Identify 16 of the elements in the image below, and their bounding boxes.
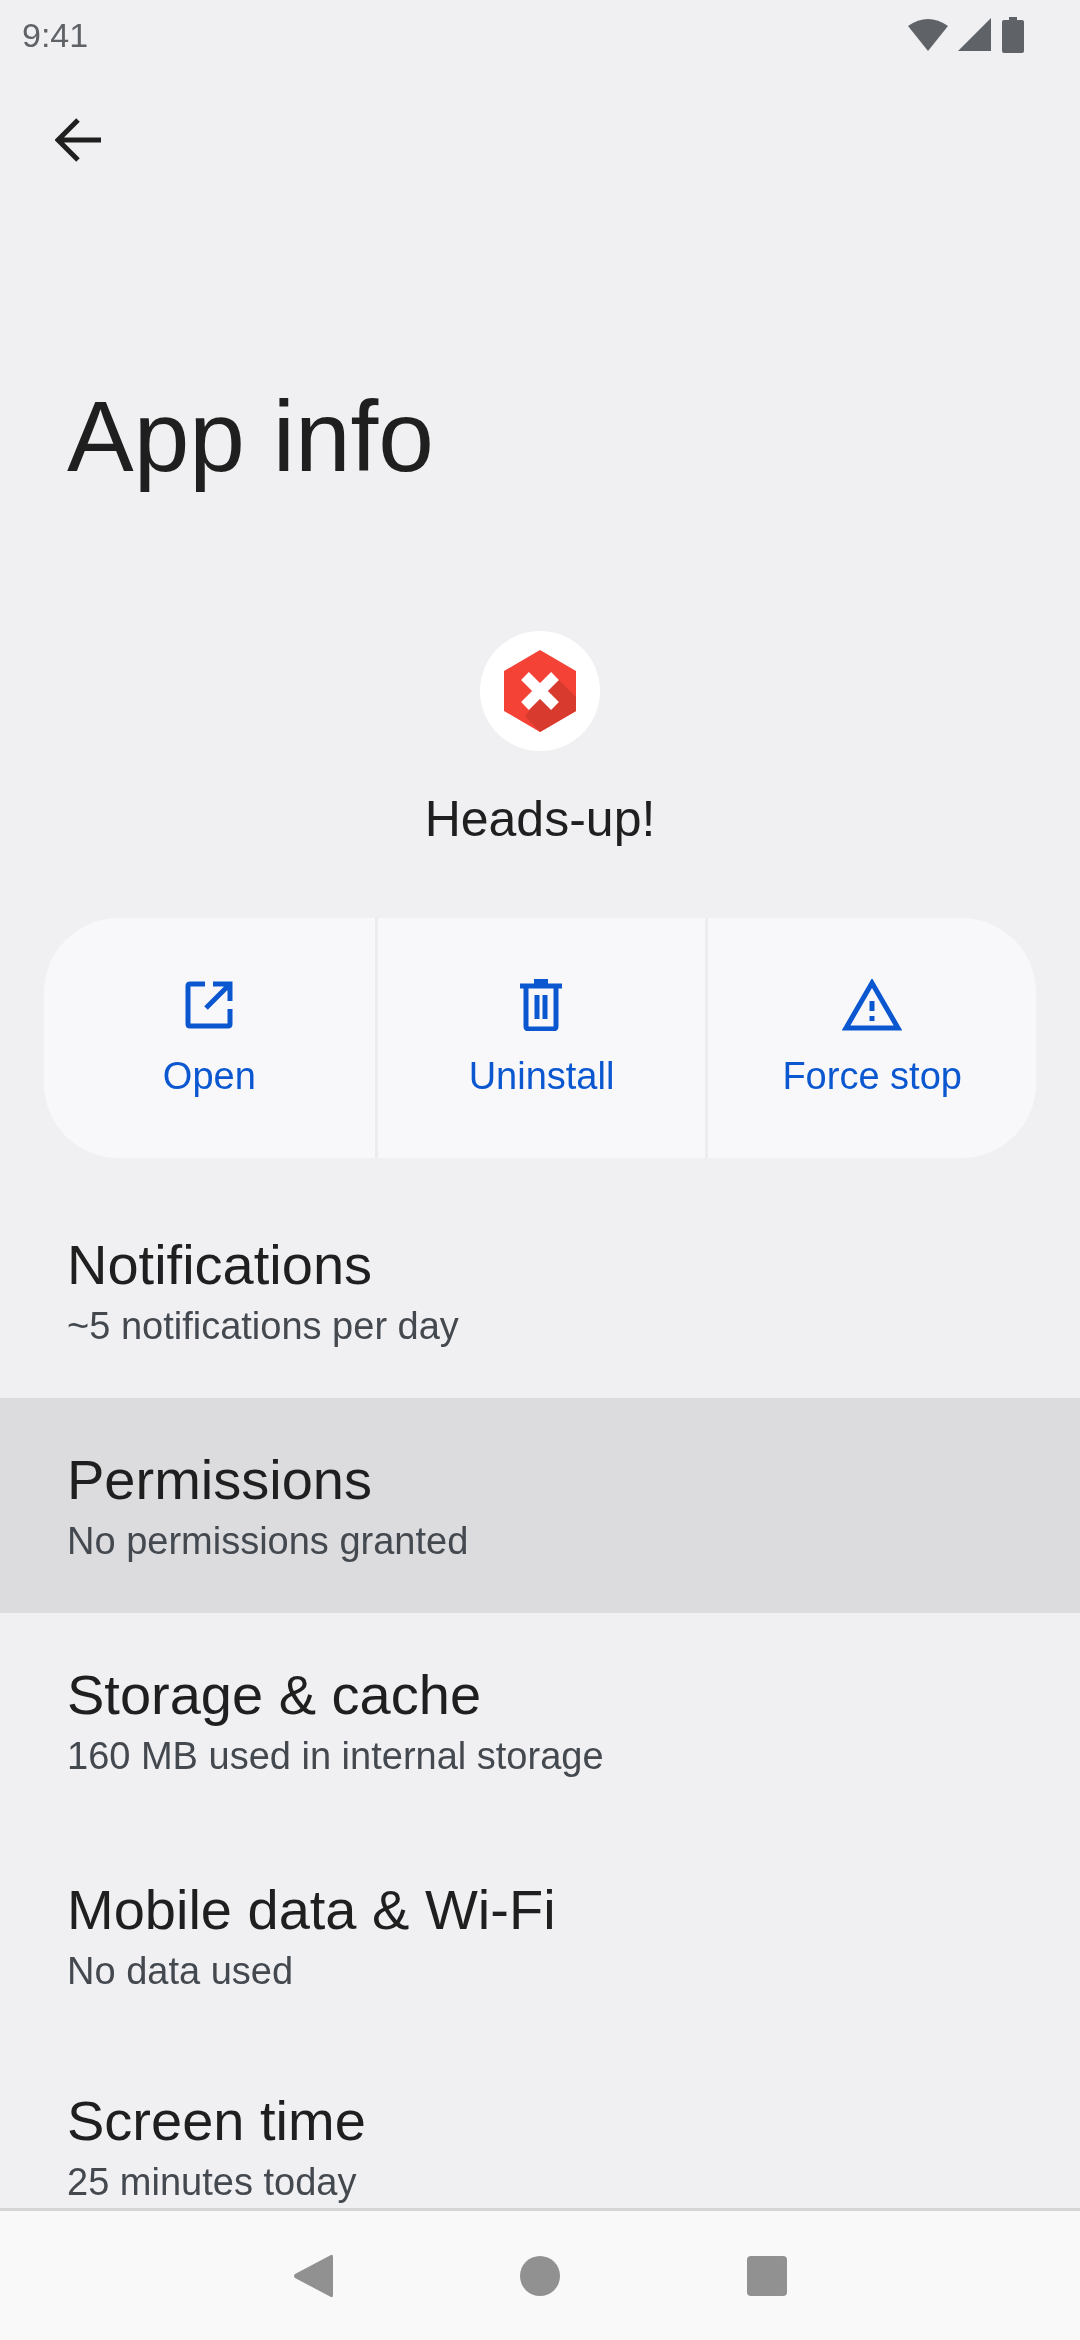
settings-item[interactable]: Notifications ~5 notifications per day bbox=[0, 1183, 1080, 1398]
signal-icon bbox=[958, 18, 992, 52]
app-name: Heads-up! bbox=[423, 790, 657, 849]
settings-item[interactable]: Permissions No permissions granted bbox=[0, 1398, 1080, 1613]
settings-item[interactable]: Mobile data & Wi-Fi No data used bbox=[0, 1828, 1080, 2043]
settings-item[interactable]: Screen time 25 minutes today bbox=[0, 2043, 1080, 2206]
settings-item[interactable]: Storage & cache 160 MB used in internal storage bbox=[0, 1613, 1080, 1828]
home-nav-icon[interactable] bbox=[520, 2255, 560, 2296]
status-time: 9:41 bbox=[22, 15, 89, 55]
battery-icon bbox=[1002, 17, 1024, 53]
page-title: App info bbox=[67, 379, 434, 494]
recents-nav-icon[interactable] bbox=[746, 2255, 787, 2296]
warning-icon bbox=[842, 978, 903, 1031]
wifi-icon bbox=[908, 18, 948, 52]
back-nav-icon[interactable] bbox=[293, 2252, 334, 2299]
trash-icon bbox=[518, 978, 565, 1031]
